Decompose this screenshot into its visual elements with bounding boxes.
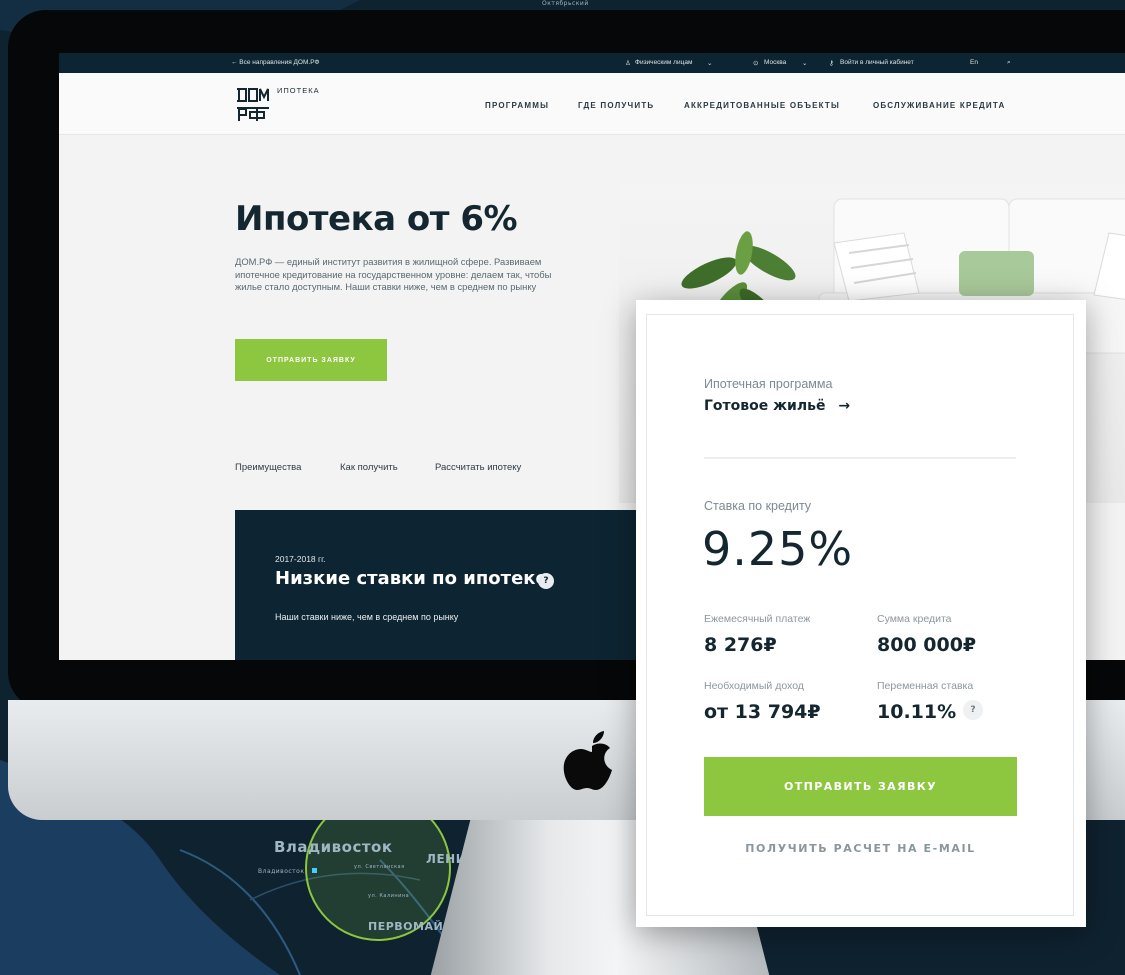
rates-years: 2017-2018 гг. [275, 554, 326, 564]
map-city-small: Владивосток [258, 868, 305, 875]
subnav-how-to-get[interactable]: Как получить [340, 462, 398, 473]
hero-submit-button[interactable]: ОТПРАВИТЬ ЗАЯВКУ [235, 339, 387, 381]
monthly-payment-value: 8 276₽ [704, 634, 777, 656]
program-selector[interactable]: Готовое жильё → [704, 398, 850, 414]
help-icon[interactable]: ? [963, 700, 983, 720]
program-value: Готовое жильё [704, 398, 826, 414]
required-income-value: от 13 794₽ [704, 701, 821, 723]
subnav-advantages[interactable]: Преимущества [235, 462, 301, 473]
monthly-payment-label: Ежемесячный платеж [704, 613, 811, 625]
location-pin-icon: ⊙ [753, 60, 759, 67]
logo-subtitle: ИПОТЕКА [277, 86, 320, 95]
rate-label: Ставка по кредиту [704, 499, 812, 513]
nav-item-programs[interactable]: ПРОГРАММЫ [485, 101, 549, 110]
map-street-label: ул. Светланская [354, 864, 405, 870]
map-street-label: ул. Калинина [368, 893, 410, 899]
hero-description: ДОМ.РФ — единый институт развития в жили… [235, 256, 552, 292]
nav-item-loan-servicing[interactable]: ОБСЛУЖИВАНИЕ КРЕДИТА [873, 101, 1005, 110]
apple-logo-icon [563, 731, 612, 790]
map-city-label: Владивосток [274, 838, 393, 856]
all-directions-link[interactable]: ← Все направления ДОМ.РФ [231, 59, 319, 66]
email-calculation-link[interactable]: ПОЛУЧИТЬ РАСЧЕТ НА E-MAIL [704, 842, 1017, 855]
key-icon: ⚷ [829, 60, 834, 67]
arrow-right-icon: → [838, 398, 851, 414]
subnav-calculate[interactable]: Рассчитать ипотеку [435, 462, 521, 473]
chevron-down-icon: ⌄ [802, 60, 808, 67]
rate-value: 9.25% [702, 522, 854, 576]
loan-amount-value: 800 000₽ [877, 634, 977, 656]
language-switch[interactable]: En [970, 59, 978, 66]
search-icon[interactable]: ⌕ [1007, 59, 1011, 67]
loan-amount-label: Сумма кредита [877, 613, 952, 625]
hero-title: Ипотека от 6% [235, 199, 518, 239]
program-label: Ипотечная программа [704, 377, 833, 391]
individuals-dropdown[interactable]: Физическим лицам [635, 59, 692, 66]
variable-rate-value: 10.11% [877, 701, 957, 723]
help-icon[interactable]: ? [538, 573, 554, 589]
top-bar: ← Все направления ДОМ.РФ ♙ Физическим ли… [59, 53, 1125, 73]
chevron-down-icon: ⌄ [707, 60, 713, 67]
user-icon: ♙ [625, 60, 631, 67]
login-link[interactable]: Войти в личный кабинет [840, 59, 914, 66]
required-income-label: Необходимый доход [704, 680, 804, 692]
low-rates-panel: 2017-2018 гг. Низкие ставки по ипотеке ?… [235, 510, 655, 660]
card-divider [704, 457, 1016, 459]
submit-application-button[interactable]: ОТПРАВИТЬ ЗАЯВКУ [704, 757, 1017, 816]
city-dropdown[interactable]: Москва [764, 59, 786, 66]
nav-item-accredited-objects[interactable]: АККРЕДИТОВАННЫЕ ОБЪЕКТЫ [684, 101, 840, 110]
main-navbar: ИПОТЕКА ПРОГРАММЫ ГДЕ ПОЛУЧИТЬ АККРЕДИТО… [59, 73, 1125, 135]
dom-rf-logo[interactable] [235, 85, 271, 123]
mortgage-calculator-card: Ипотечная программа Готовое жильё → Став… [636, 300, 1086, 927]
rates-title: Низкие ставки по ипотеке [275, 568, 548, 589]
nav-item-where-to-get[interactable]: ГДЕ ПОЛУЧИТЬ [578, 101, 654, 110]
map-top-label: Октябрьский [542, 0, 589, 7]
rates-description: Наши ставки ниже, чем в среднем по рынку [275, 612, 459, 622]
variable-rate-label: Переменная ставка [877, 680, 974, 692]
